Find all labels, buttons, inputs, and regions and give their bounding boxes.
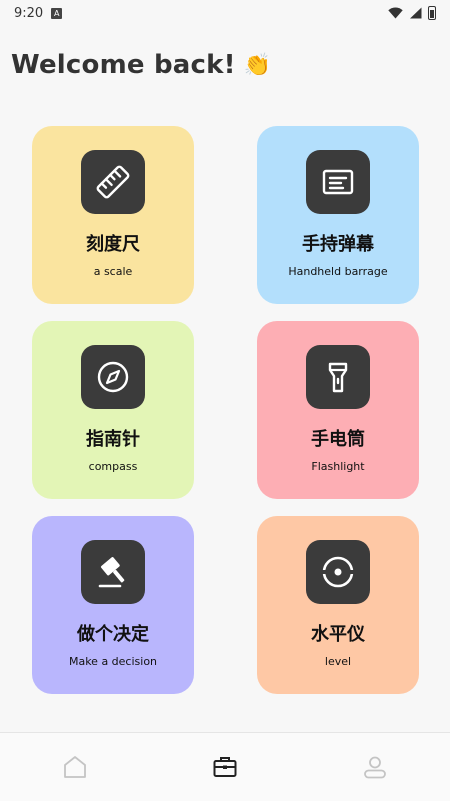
- icon-box: [306, 150, 370, 214]
- tool-card-compass[interactable]: 指南针 compass: [32, 321, 194, 499]
- icon-box: [81, 345, 145, 409]
- user-icon: [364, 756, 386, 779]
- barrage-icon: [322, 169, 354, 195]
- gavel-icon: [98, 557, 125, 588]
- tool-card-make-a-decision[interactable]: 做个决定 Make a decision: [32, 516, 194, 694]
- status-bar: 9:20 A: [0, 0, 450, 26]
- tool-card-handheld-barrage[interactable]: 手持弹幕 Handheld barrage: [257, 126, 419, 304]
- status-right: [388, 6, 436, 20]
- tool-title: 水平仪: [311, 624, 365, 645]
- tool-title: 手电筒: [311, 429, 365, 450]
- tool-card-scale[interactable]: 刻度尺 a scale: [32, 126, 194, 304]
- tool-title: 指南针: [86, 429, 140, 450]
- tool-subtitle: Make a decision: [68, 655, 158, 668]
- icon-box: [81, 150, 145, 214]
- ruler-icon: [96, 165, 130, 199]
- tool-subtitle: compass: [88, 460, 138, 473]
- level-icon: [322, 556, 354, 588]
- welcome-header: Welcome back! 👏: [11, 50, 271, 80]
- tool-subtitle: level: [324, 655, 352, 668]
- battery-icon: [428, 6, 436, 20]
- tool-card-level[interactable]: 水平仪 level: [257, 516, 419, 694]
- welcome-title: Welcome back!: [11, 50, 236, 80]
- flashlight-icon: [328, 362, 348, 393]
- clapping-hands-icon: 👏: [243, 52, 272, 78]
- compass-icon: [97, 361, 129, 393]
- icon-box: [306, 540, 370, 604]
- bottom-nav: [0, 732, 450, 801]
- nav-toolbox[interactable]: [195, 743, 255, 791]
- tool-title: 做个决定: [77, 624, 149, 645]
- icon-box: [81, 540, 145, 604]
- nav-profile[interactable]: [345, 743, 405, 791]
- toolbox-icon: [213, 757, 237, 777]
- signal-icon: [410, 7, 422, 19]
- tool-card-flashlight[interactable]: 手电筒 Flashlight: [257, 321, 419, 499]
- icon-box: [306, 345, 370, 409]
- tool-title: 刻度尺: [86, 234, 140, 255]
- wifi-icon: [388, 7, 403, 19]
- home-icon: [64, 756, 86, 778]
- status-left: 9:20 A: [14, 5, 63, 21]
- tool-title: 手持弹幕: [302, 234, 374, 255]
- tool-subtitle: a scale: [93, 265, 133, 278]
- tool-subtitle: Handheld barrage: [288, 265, 388, 278]
- status-time: 9:20: [14, 5, 44, 21]
- notification-icon: A: [51, 7, 63, 19]
- nav-home[interactable]: [45, 743, 105, 791]
- tool-subtitle: Flashlight: [311, 460, 365, 473]
